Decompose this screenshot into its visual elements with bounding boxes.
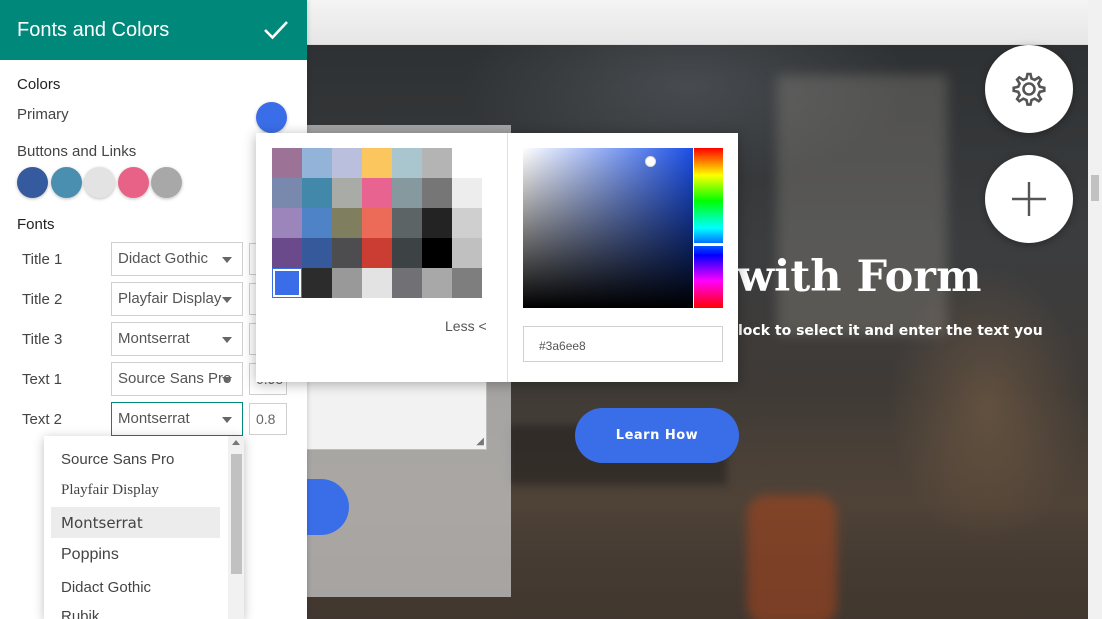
- palette-color-swatch[interactable]: [422, 238, 452, 268]
- add-block-button[interactable]: [985, 155, 1073, 243]
- palette-color-swatch[interactable]: [332, 148, 362, 178]
- chevron-down-icon: [222, 297, 232, 303]
- color-palette: [272, 148, 482, 298]
- palette-color-swatch[interactable]: [422, 178, 452, 208]
- button-color-swatch[interactable]: [118, 167, 149, 198]
- buttons-links-label: Buttons and Links: [17, 143, 137, 160]
- palette-color-swatch[interactable]: [302, 268, 332, 298]
- palette-color-swatch[interactable]: [452, 268, 482, 298]
- font-row-label: Title 1: [22, 251, 63, 268]
- button-color-swatch[interactable]: [84, 167, 115, 198]
- hex-color-input[interactable]: #3a6ee8: [523, 326, 723, 362]
- font-dropdown-list[interactable]: Source Sans Pro Playfair Display Montser…: [44, 436, 244, 619]
- font-option-montserrat[interactable]: Montserrat: [51, 507, 220, 538]
- palette-color-swatch[interactable]: [362, 238, 392, 268]
- hero-subtitle[interactable]: lock to select it and enter the text you: [738, 323, 1043, 339]
- palette-color-swatch[interactable]: [272, 178, 302, 208]
- palette-color-swatch[interactable]: [452, 178, 482, 208]
- palette-color-swatch[interactable]: [452, 238, 482, 268]
- palette-color-swatch[interactable]: [422, 208, 452, 238]
- scroll-up-arrow-icon[interactable]: [232, 440, 240, 445]
- palette-color-swatch[interactable]: [392, 178, 422, 208]
- palette-color-swatch[interactable]: [332, 208, 362, 238]
- font-row-label: Title 2: [22, 291, 63, 308]
- primary-label: Primary: [17, 106, 69, 123]
- chevron-down-icon: [222, 257, 232, 263]
- hue-slider[interactable]: [694, 148, 723, 308]
- chevron-down-icon: [222, 417, 232, 423]
- less-colors-link[interactable]: Less <: [445, 318, 487, 334]
- font-option-poppins[interactable]: Poppins: [51, 539, 220, 570]
- palette-color-swatch[interactable]: [332, 178, 362, 208]
- font-select-title-3[interactable]: Montserrat: [111, 322, 243, 356]
- page-scrollbar-thumb[interactable]: [1091, 175, 1099, 201]
- palette-color-swatch[interactable]: [362, 178, 392, 208]
- font-select-title-1[interactable]: Didact Gothic: [111, 242, 243, 276]
- background-chair: [747, 495, 837, 619]
- button-color-swatch[interactable]: [151, 167, 182, 198]
- palette-color-swatch[interactable]: [362, 208, 392, 238]
- plus-icon: [1012, 182, 1046, 216]
- panel-header: Fonts and Colors: [0, 0, 307, 60]
- saturation-value-handle[interactable]: [645, 156, 656, 167]
- check-icon[interactable]: [263, 19, 289, 41]
- palette-color-swatch[interactable]: [302, 238, 332, 268]
- font-select-text-1[interactable]: Source Sans Pro: [111, 362, 243, 396]
- font-option-playfair-display[interactable]: Playfair Display: [51, 475, 220, 506]
- palette-color-swatch[interactable]: [392, 148, 422, 178]
- font-row-label: Text 1: [22, 371, 63, 388]
- fonts-section-label: Fonts: [17, 216, 55, 233]
- palette-color-swatch[interactable]: [302, 148, 332, 178]
- palette-color-swatch[interactable]: [272, 208, 302, 238]
- chevron-down-icon: [222, 377, 232, 383]
- font-select-value: Didact Gothic: [118, 250, 209, 267]
- learn-how-button[interactable]: Learn How: [575, 408, 739, 463]
- font-select-title-2[interactable]: Playfair Display: [111, 282, 243, 316]
- hero-title[interactable]: with Form: [737, 252, 981, 302]
- chevron-down-icon: [222, 337, 232, 343]
- button-color-swatch[interactable]: [17, 167, 48, 198]
- font-select-text-2[interactable]: Montserrat: [111, 402, 243, 436]
- font-select-value: Source Sans Pro: [118, 370, 232, 387]
- gear-icon: [1012, 72, 1046, 106]
- palette-color-swatch[interactable]: [422, 148, 452, 178]
- resize-handle-icon[interactable]: ◢: [476, 437, 484, 447]
- palette-color-swatch[interactable]: [302, 208, 332, 238]
- font-select-value: Montserrat: [118, 330, 190, 347]
- font-option-rubik[interactable]: Rubik: [51, 601, 220, 619]
- panel-title: Fonts and Colors: [17, 18, 170, 41]
- palette-color-swatch[interactable]: [422, 268, 452, 298]
- font-row-label: Text 2: [22, 411, 63, 428]
- page-scrollbar[interactable]: [1088, 0, 1102, 619]
- palette-color-swatch[interactable]: [302, 178, 332, 208]
- font-row-label: Title 3: [22, 331, 63, 348]
- font-select-value: Playfair Display: [118, 290, 222, 307]
- palette-color-swatch[interactable]: [392, 238, 422, 268]
- palette-color-swatch[interactable]: [392, 208, 422, 238]
- button-color-swatch[interactable]: [51, 167, 82, 198]
- palette-color-swatch[interactable]: [332, 268, 362, 298]
- palette-color-swatch[interactable]: [272, 148, 302, 178]
- colors-section-label: Colors: [17, 76, 61, 93]
- palette-color-swatch[interactable]: [272, 238, 302, 268]
- saturation-value-area[interactable]: [523, 148, 693, 308]
- settings-button[interactable]: [985, 45, 1073, 133]
- preview-top-bar: [307, 0, 1088, 45]
- palette-color-swatch[interactable]: [332, 238, 362, 268]
- dropdown-scrollbar-thumb[interactable]: [231, 454, 242, 574]
- hue-slider-handle[interactable]: [694, 243, 723, 246]
- palette-color-swatch[interactable]: [452, 208, 482, 238]
- font-size-input[interactable]: 0.8: [249, 403, 287, 435]
- palette-color-swatch[interactable]: [362, 268, 392, 298]
- dropdown-scrollbar[interactable]: [228, 436, 244, 619]
- palette-color-swatch[interactable]: [272, 268, 302, 298]
- palette-color-swatch[interactable]: [392, 268, 422, 298]
- font-option-source-sans-pro[interactable]: Source Sans Pro: [51, 444, 220, 475]
- palette-color-swatch[interactable]: [362, 148, 392, 178]
- primary-color-swatch[interactable]: [256, 102, 287, 133]
- picker-divider: [507, 133, 508, 382]
- font-option-didact-gothic[interactable]: Didact Gothic: [51, 572, 220, 603]
- palette-color-swatch[interactable]: [452, 148, 482, 178]
- font-select-value: Montserrat: [118, 410, 190, 427]
